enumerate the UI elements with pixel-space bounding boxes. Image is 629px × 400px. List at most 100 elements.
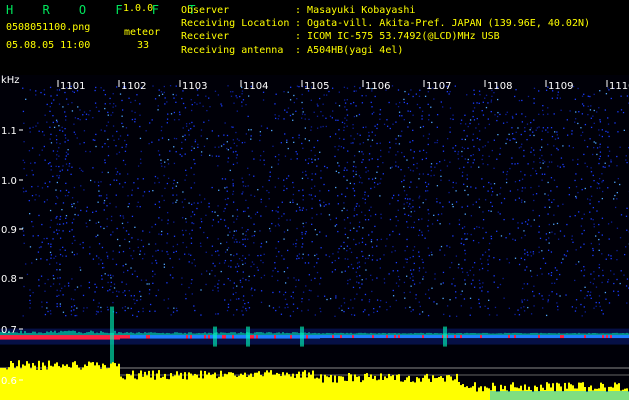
noise-dot — [368, 178, 370, 180]
noise-dot — [28, 150, 31, 152]
noise-dot — [517, 227, 519, 229]
noise-dot — [175, 185, 177, 187]
noise-dot — [227, 227, 230, 229]
noise-dot — [547, 194, 549, 196]
noise-dot — [374, 95, 376, 98]
carrier-line — [164, 335, 166, 339]
level-bar — [260, 374, 262, 400]
noise-dot — [29, 89, 31, 91]
noise-dot — [542, 257, 545, 260]
carrier-line — [504, 335, 506, 339]
noise-dot — [208, 206, 210, 208]
noise-dot — [439, 223, 441, 225]
level-bar — [32, 362, 34, 400]
noise-dot — [139, 298, 142, 301]
noise-dot — [292, 291, 294, 293]
noise-dot — [386, 119, 388, 121]
noise-dot — [403, 266, 405, 268]
noise-dot — [599, 143, 601, 145]
noise-dot — [610, 270, 612, 272]
noise-dot — [311, 158, 313, 160]
noise-dot — [608, 302, 611, 304]
noise-dot — [425, 198, 427, 201]
noise-dot — [286, 187, 288, 190]
noise-dot — [313, 111, 315, 113]
level-bar — [126, 373, 128, 400]
noise-dot — [89, 150, 91, 153]
carrier-line — [522, 335, 524, 339]
noise-dot — [425, 271, 427, 273]
noise-dot — [226, 203, 228, 206]
noise-dot — [424, 237, 426, 239]
noise-dot — [68, 162, 71, 165]
noise-dot — [92, 258, 95, 260]
carrier-line — [120, 335, 122, 339]
noise-dot — [211, 225, 214, 227]
noise-dot — [164, 103, 166, 105]
noise-dot — [217, 135, 220, 137]
noise-dot — [274, 186, 276, 188]
noise-dot — [214, 265, 216, 267]
noise-dot — [503, 197, 506, 200]
level-bar — [104, 365, 106, 400]
noise-dot — [538, 251, 540, 253]
noise-dot — [404, 90, 406, 93]
noise-dot — [302, 111, 304, 113]
noise-dot — [302, 171, 304, 173]
noise-dot — [499, 283, 502, 286]
noise-dot — [103, 199, 106, 202]
level-bar — [130, 375, 132, 400]
noise-dot — [436, 113, 439, 116]
carrier-line — [188, 335, 190, 339]
noise-dot — [107, 121, 110, 123]
noise-dot — [380, 155, 382, 158]
noise-dot — [47, 243, 50, 245]
noise-dot — [455, 297, 457, 299]
noise-dot — [499, 147, 502, 149]
noise-dot — [112, 291, 114, 294]
noise-dot — [466, 205, 469, 207]
noise-dot — [325, 117, 327, 119]
noise-dot — [613, 290, 615, 292]
level-bar — [292, 373, 294, 400]
carrier-line — [174, 335, 176, 339]
noise-dot — [541, 146, 543, 148]
noise-dot — [185, 169, 187, 171]
noise-dot — [181, 229, 184, 232]
noise-dot — [464, 189, 466, 192]
noise-dot — [467, 274, 469, 276]
carrier-line — [474, 335, 476, 339]
level-bar — [402, 381, 404, 400]
carrier-line — [230, 335, 232, 339]
noise-dot — [58, 229, 60, 232]
noise-dot — [92, 139, 94, 141]
noise-dot — [35, 258, 38, 261]
carrier-line — [506, 335, 508, 339]
noise-dot — [389, 305, 391, 308]
noise-dot — [269, 175, 271, 178]
carrier-line — [378, 335, 380, 339]
level-bar — [482, 391, 484, 400]
noise-dot — [59, 303, 62, 305]
noise-dot — [448, 191, 450, 194]
noise-dot — [397, 135, 400, 137]
noise-dot — [235, 150, 237, 153]
noise-dot — [32, 174, 34, 176]
noise-dot — [491, 194, 493, 196]
noise-dot — [403, 190, 406, 192]
level-bar — [220, 370, 222, 400]
noise-dot — [118, 151, 121, 153]
carrier-line — [578, 335, 580, 339]
noise-dot — [361, 299, 363, 301]
noise-dot — [550, 271, 553, 274]
noise-dot — [289, 315, 292, 317]
noise-dot — [608, 135, 610, 138]
noise-dot — [592, 219, 594, 221]
noise-dot — [29, 213, 31, 215]
noise-dot — [328, 255, 331, 258]
noise-dot — [376, 123, 379, 126]
noise-dot — [380, 213, 382, 216]
level-bar — [20, 368, 22, 400]
noise-dot — [106, 255, 109, 257]
noise-dot — [322, 125, 324, 128]
